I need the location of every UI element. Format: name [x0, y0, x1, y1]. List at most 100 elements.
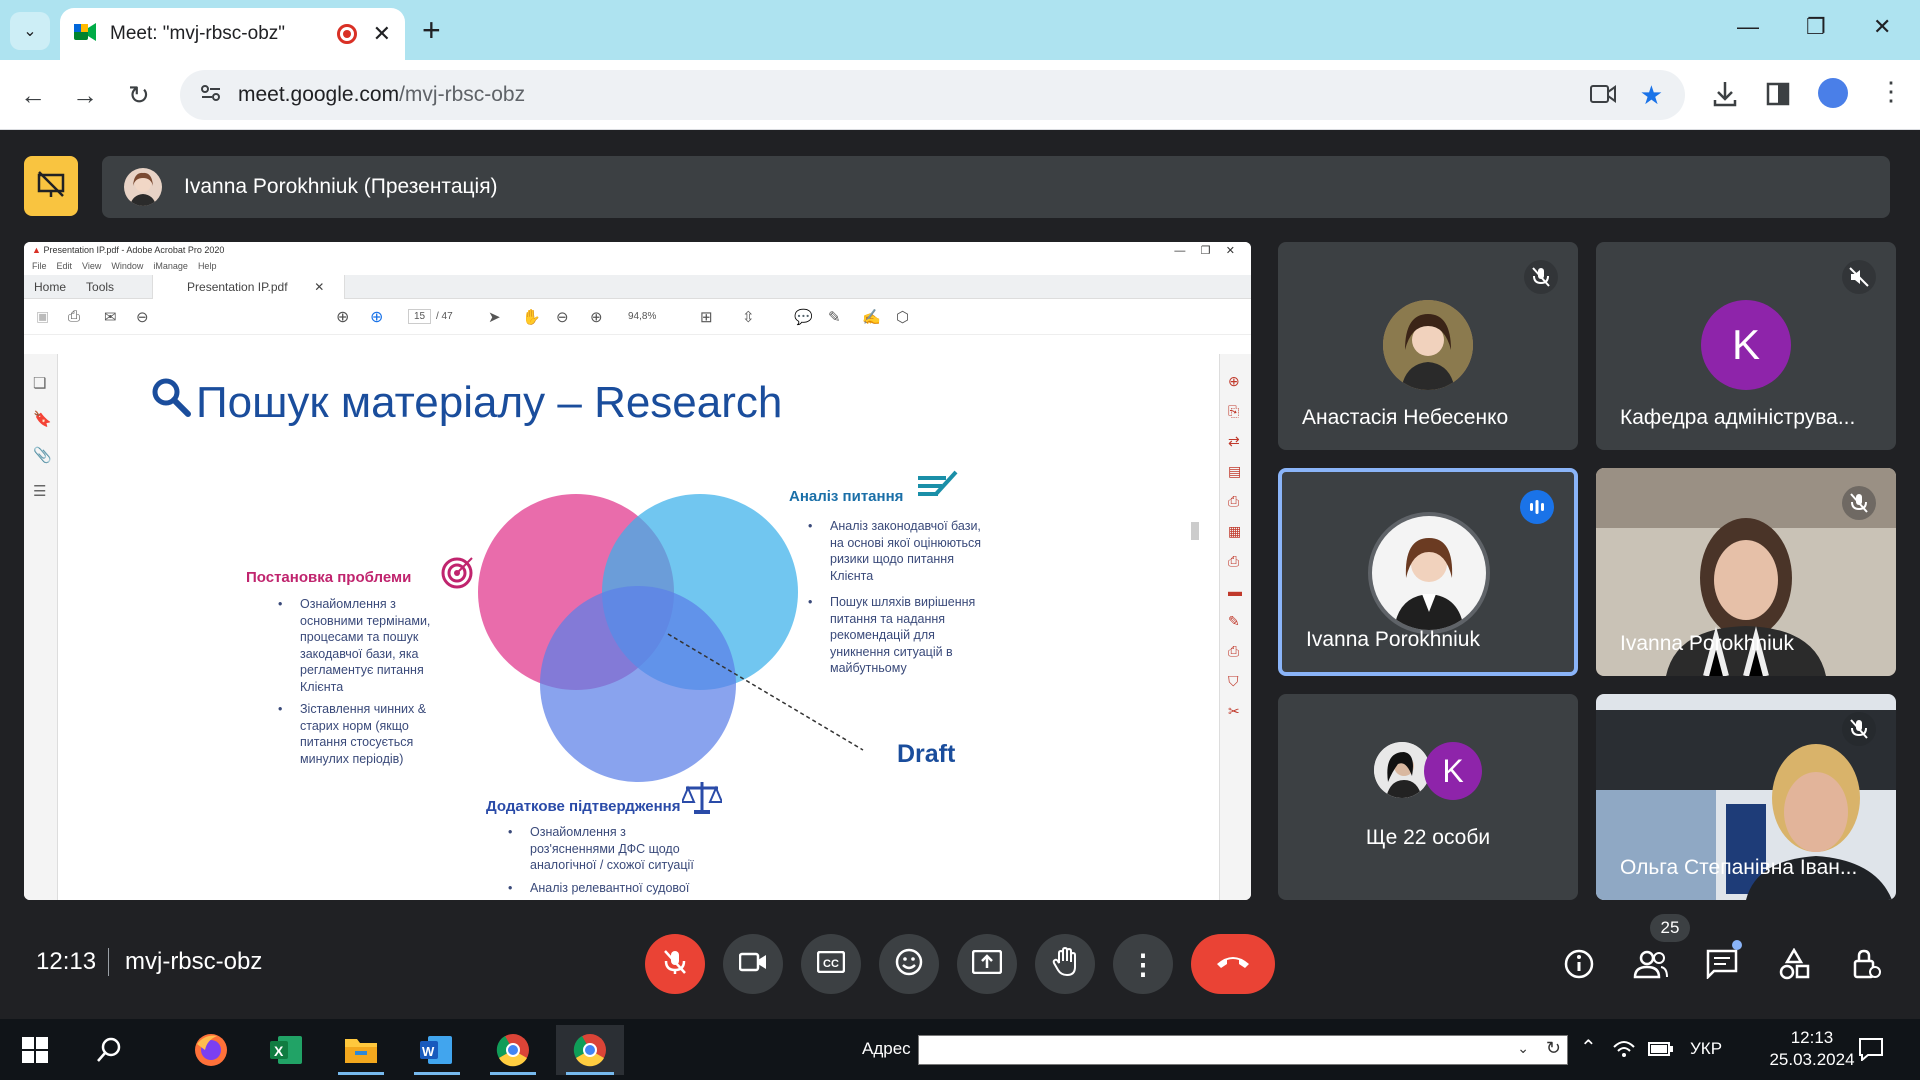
back-button[interactable]: ←: [20, 80, 46, 111]
people-icon[interactable]: [1633, 946, 1669, 982]
menu-edit[interactable]: Edit: [57, 261, 73, 273]
meeting-details-icon[interactable]: [1561, 946, 1597, 982]
chrome-active-taskbar-icon[interactable]: [556, 1025, 624, 1075]
raise-hand-button[interactable]: [1035, 934, 1095, 994]
input-language[interactable]: УКР: [1690, 1039, 1722, 1059]
close-tab-icon[interactable]: ✕: [373, 21, 391, 47]
bottom-bullets: Ознайомлення з роз'ясненнями ДФС щодо ан…: [504, 824, 704, 900]
microphone-toggle-button[interactable]: [645, 934, 705, 994]
browser-tab-meet[interactable]: Meet: "mvj-rbsc-obz" ✕: [60, 8, 405, 60]
tab-search-button[interactable]: ⌄: [10, 12, 50, 50]
tool-pane-icons[interactable]: ⊕ ⎘ ⇄ ▤ ⎙ ▦ ⎙ ▬ ✎ ⎙ ⛉ ✂: [1228, 366, 1243, 726]
browser-toolbar: ← → ↻ meet.google.com/mvj-rbsc-obz ★ ⋮: [0, 60, 1920, 130]
speaking-indicator-icon: [1520, 490, 1554, 524]
more-options-button[interactable]: ⋮: [1113, 934, 1173, 994]
battery-icon[interactable]: [1648, 1041, 1674, 1062]
side-panel-icon[interactable]: [1766, 82, 1790, 111]
participant-tile-video[interactable]: Ivanna Porokhniuk: [1596, 468, 1896, 676]
page-number-input[interactable]: 15: [408, 309, 432, 324]
others-tile[interactable]: K Ще 22 особи: [1278, 694, 1578, 900]
restore-button[interactable]: ❐: [1806, 14, 1826, 40]
comment-icon[interactable]: 💬: [794, 308, 813, 326]
acrobat-tab-home[interactable]: Home: [24, 280, 76, 294]
hand-tool-icon[interactable]: ✋: [522, 308, 541, 326]
participant-tile[interactable]: K Кафедра адмініструва...: [1596, 242, 1896, 450]
download-icon[interactable]: [1712, 80, 1738, 113]
present-screen-button[interactable]: [957, 934, 1017, 994]
search-icon[interactable]: [96, 1037, 122, 1068]
address-bar[interactable]: meet.google.com/mvj-rbsc-obz ★: [180, 70, 1685, 120]
highlight-icon[interactable]: ✎: [828, 308, 841, 326]
acrobat-tab-document[interactable]: Presentation IP.pdf ✕: [152, 274, 346, 299]
zoom-select[interactable]: 94,8%: [628, 311, 656, 322]
menu-view[interactable]: View: [82, 261, 101, 273]
presenter-label: Ivanna Porokhniuk (Презентація): [184, 175, 498, 198]
url-text: meet.google.com/mvj-rbsc-obz: [238, 83, 526, 106]
next-page-icon[interactable]: ⊕: [370, 307, 383, 327]
windows-start-icon[interactable]: [22, 1037, 48, 1068]
menu-imanage[interactable]: iManage: [153, 261, 188, 273]
video-camera-icon: [738, 952, 767, 977]
system-clock[interactable]: 12:13 25.03.2024: [1752, 1027, 1872, 1071]
menu-help[interactable]: Help: [198, 261, 217, 273]
save-icon[interactable]: ▣: [36, 308, 49, 325]
right-bullet-item: Аналіз законодавчої бази, на основі якої…: [804, 518, 994, 584]
zoom-out-icon[interactable]: ⊖: [556, 308, 569, 326]
word-taskbar-icon[interactable]: W: [404, 1025, 470, 1075]
chevron-down-icon[interactable]: ⌄: [1517, 1040, 1529, 1057]
participant-tile-video[interactable]: Ольга Степанівна Іван...: [1596, 694, 1896, 900]
more-menu-icon[interactable]: ⋮: [1878, 76, 1904, 107]
profile-avatar[interactable]: [1818, 78, 1848, 108]
document-pen-icon: [916, 468, 958, 509]
minimize-button[interactable]: —: [1737, 14, 1759, 40]
network-icon[interactable]: [1612, 1039, 1636, 1064]
camera-in-use-icon[interactable]: [1589, 82, 1617, 111]
prev-page-icon[interactable]: ⊕: [336, 307, 349, 327]
close-window-button[interactable]: ✕: [1873, 14, 1891, 40]
file-explorer-taskbar-icon[interactable]: [328, 1025, 394, 1075]
captions-button[interactable]: CC: [801, 934, 861, 994]
new-tab-button[interactable]: +: [422, 12, 441, 49]
forward-button[interactable]: →: [72, 80, 98, 111]
divider: [108, 948, 109, 976]
navigation-icons[interactable]: ❏ 🔖 📎 ☰: [33, 366, 52, 510]
host-controls-icon[interactable]: [1848, 946, 1884, 982]
sign-icon[interactable]: ✍: [862, 308, 881, 326]
excel-taskbar-icon[interactable]: X: [254, 1025, 320, 1075]
right-bullets: Аналіз законодавчої бази, на основі якої…: [804, 518, 994, 677]
address-toolbar-input[interactable]: ⌄ ↻: [918, 1035, 1568, 1065]
notifications-icon[interactable]: [1858, 1037, 1884, 1066]
reload-button[interactable]: ↻: [128, 80, 150, 111]
chat-icon[interactable]: [1704, 946, 1740, 982]
print-icon[interactable]: ⎙: [68, 308, 80, 325]
zoom-out-search-icon[interactable]: ⊖: [136, 308, 149, 326]
scroll-mode-icon[interactable]: ⇳: [742, 308, 755, 326]
mail-icon[interactable]: ✉: [104, 308, 117, 326]
reactions-button[interactable]: [879, 934, 939, 994]
menu-file[interactable]: File: [32, 261, 47, 273]
pdf-scrollbar[interactable]: [1191, 362, 1199, 898]
participant-tile[interactable]: Анастасія Небесенко: [1278, 242, 1578, 450]
bookmark-star-icon[interactable]: ★: [1640, 80, 1663, 111]
show-hidden-icons-icon[interactable]: ⌃: [1580, 1035, 1597, 1060]
select-tool-icon[interactable]: ➤: [488, 308, 501, 326]
left-bullet-item: Зіставлення чинних & старих норм (якщо п…: [274, 701, 444, 767]
refresh-icon[interactable]: ↻: [1546, 1038, 1561, 1059]
browser-tab-strip: ⌄ Meet: "mvj-rbsc-obz" ✕ + — ❐ ✕: [0, 0, 1920, 60]
stop-presenting-button[interactable]: [24, 156, 78, 216]
pdf-page: Пошук матеріалу – Research Постановка пр…: [78, 354, 1198, 900]
chrome-taskbar-icon[interactable]: [480, 1025, 546, 1075]
acrobat-tab-tools[interactable]: Tools: [76, 280, 124, 294]
firefox-taskbar-icon[interactable]: [178, 1025, 244, 1075]
camera-toggle-button[interactable]: [723, 934, 783, 994]
mic-off-icon: [1842, 486, 1876, 520]
menu-window[interactable]: Window: [111, 261, 143, 273]
site-settings-icon[interactable]: [200, 83, 222, 108]
tag-icon[interactable]: ⬡: [896, 308, 909, 326]
leave-call-button[interactable]: [1191, 934, 1275, 994]
activities-icon[interactable]: [1776, 946, 1812, 982]
participant-tile-active-speaker[interactable]: Ivanna Porokhniuk: [1278, 468, 1578, 676]
participant-initial-avatar: K: [1701, 300, 1791, 390]
zoom-in-icon[interactable]: ⊕: [590, 308, 603, 326]
fit-page-icon[interactable]: ⊞: [700, 308, 713, 326]
